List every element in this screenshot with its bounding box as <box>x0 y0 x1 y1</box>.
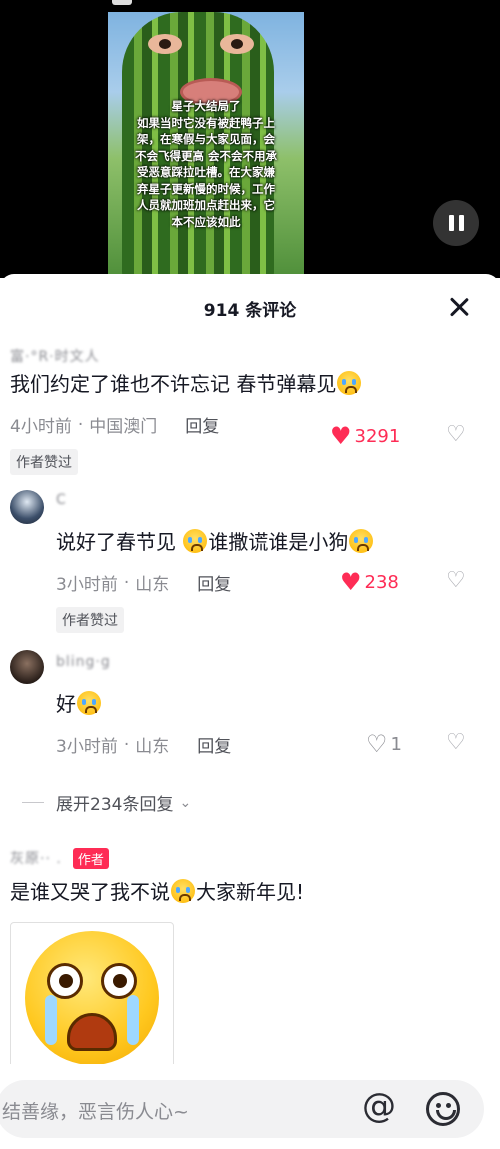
comment-text-body-2: 谁撒谎谁是小狗 <box>208 530 349 554</box>
comment-username[interactable]: bling·g <box>56 654 500 672</box>
reply-item: C 说好了春节见 谁撒谎谁是小狗 3小时前 · 山东 回复 ♥ 238 ♡ 作者… <box>56 492 500 633</box>
caption-line: 弃星子更新慢的时候，工作 <box>137 181 275 196</box>
avatar[interactable] <box>10 650 44 684</box>
chevron-down-icon: ⌄ <box>179 794 192 811</box>
at-icon[interactable]: @ <box>362 1089 396 1123</box>
comment-text-body: 我们约定了谁也不许忘记 春节弹幕见 <box>10 372 337 396</box>
comment-location: 中国澳门 <box>89 417 158 437</box>
expand-replies-label: 展开234条回复 <box>56 795 174 815</box>
comment-text-body: 好 <box>56 692 76 716</box>
heart-icon: ♥ <box>330 422 352 450</box>
comment-item: 灰原·· . 作者 是谁又哭了我不说 大家新年见! <box>10 848 500 906</box>
comment-meta: 3小时前 · 山东 回复 <box>56 732 500 758</box>
comment-meta: 4小时前 · 中国澳门 回复 <box>10 412 500 438</box>
comment-location: 山东 <box>135 737 170 757</box>
broken-heart-icon[interactable]: ♡ <box>446 732 466 754</box>
avatar[interactable] <box>10 490 44 524</box>
video-caption: 星子大结局了 如果当时它没有被赶鸭子上 架，在寒假与大家见面，会 不会飞得更高 … <box>116 98 296 230</box>
status-indicator <box>112 0 132 5</box>
close-icon[interactable] <box>446 294 472 320</box>
like-button[interactable]: ♥ 3291 <box>330 424 400 448</box>
comments-count-title: 914 条评论 <box>203 301 297 321</box>
comment-meta: 3小时前 · 山东 回复 <box>56 570 500 596</box>
caption-line: 不会飞得更高 会不会不用承 <box>134 148 277 163</box>
crying-emoji-icon <box>349 529 374 553</box>
broken-heart-icon[interactable]: ♡ <box>446 570 466 592</box>
expand-divider <box>22 802 44 803</box>
heart-icon: ♥ <box>340 568 362 596</box>
like-button[interactable]: ♡ 1 <box>366 732 402 756</box>
comment-text: 说好了春节见 谁撒谎谁是小狗 <box>56 528 500 556</box>
pause-icon <box>448 215 454 231</box>
caption-line: 如果当时它没有被赶鸭子上 <box>137 115 275 130</box>
pause-button[interactable] <box>433 200 479 246</box>
meta-separator: · <box>123 734 130 755</box>
comment-text: 是谁又哭了我不说 大家新年见! <box>10 878 500 906</box>
caption-line: 人员就加班加点赶出来，它 <box>137 198 275 212</box>
sticker-tear <box>127 995 139 1045</box>
comment-text: 好 <box>56 690 500 718</box>
like-count: 1 <box>390 733 402 755</box>
character-left-eye <box>148 34 182 54</box>
comments-sheet: 914 条评论 富·°R·时文人 我们约定了谁也不许忘记 春节弹幕见 4小时前 … <box>0 274 500 1149</box>
comments-header: 914 条评论 <box>0 274 500 340</box>
crying-emoji-icon <box>183 529 208 553</box>
meta-separator: · <box>123 572 130 593</box>
comment-username[interactable]: 灰原·· . <box>10 851 62 867</box>
comment-time: 3小时前 <box>56 575 118 595</box>
like-count: 238 <box>364 571 399 593</box>
video-player[interactable]: 星子大结局了 如果当时它没有被赶鸭子上 架，在寒假与大家见面，会 不会飞得更高 … <box>0 0 500 278</box>
comment-header: 灰原·· . 作者 <box>10 848 500 870</box>
sticker-eye <box>47 963 83 999</box>
crying-emoji-icon <box>171 879 195 903</box>
reply-item: bling·g 好 3小时前 · 山东 回复 ♡ 1 ♡ <box>56 654 500 757</box>
heart-outline-icon: ♡ <box>366 730 388 758</box>
reply-button[interactable]: 回复 <box>185 412 219 437</box>
comment-username[interactable]: C <box>56 492 500 510</box>
video-frame: 星子大结局了 如果当时它没有被赶鸭子上 架，在寒假与大家见面，会 不会飞得更高 … <box>108 12 304 278</box>
comment-text-body-2: 大家新年见! <box>196 880 305 904</box>
broken-heart-icon[interactable]: ♡ <box>446 424 466 446</box>
crying-emoji-icon <box>77 691 101 715</box>
like-count: 3291 <box>354 425 401 447</box>
comment-text-body: 说好了春节见 <box>56 530 183 554</box>
caption-line: 星子大结局了 <box>171 99 241 113</box>
caption-line: 本不应该如此 <box>171 214 241 229</box>
comment-item: 富·°R·时文人 我们约定了谁也不许忘记 春节弹幕见 4小时前 · 中国澳门 回… <box>10 346 500 475</box>
comment-text-body: 是谁又哭了我不说 <box>10 880 170 904</box>
caption-line: 架，在寒假与大家见面，会 <box>137 132 275 146</box>
comment-text: 我们约定了谁也不许忘记 春节弹幕见 <box>10 370 500 398</box>
reply-button[interactable]: 回复 <box>197 732 231 757</box>
caption-line: 受恶意踩拉吐槽。在大家嫌 <box>137 165 275 179</box>
sticker-eye <box>101 963 137 999</box>
author-liked-badge: 作者赞过 <box>56 607 124 633</box>
comment-input[interactable]: 结善缘，恶言伤人心~ @ <box>0 1080 484 1138</box>
like-button[interactable]: ♥ 238 <box>340 570 399 594</box>
sticker-face <box>25 931 159 1065</box>
comment-input-bar: 结善缘，恶言伤人心~ @ <box>0 1064 500 1149</box>
comment-location: 山东 <box>135 575 170 595</box>
comment-input-placeholder: 结善缘，恶言伤人心~ <box>2 1101 189 1123</box>
comment-username[interactable]: 富·°R·时文人 <box>10 346 500 366</box>
author-tag: 作者 <box>72 848 109 869</box>
crying-emoji-icon <box>337 371 362 395</box>
expand-replies-button[interactable]: 展开234条回复 ⌄ <box>22 790 191 815</box>
sticker-tear <box>45 995 57 1045</box>
sticker-mouth <box>67 1013 117 1051</box>
reply-button[interactable]: 回复 <box>197 570 231 595</box>
comment-time: 3小时前 <box>56 737 118 757</box>
crying-sticker-image[interactable] <box>10 922 174 1072</box>
comment-time: 4小时前 <box>10 417 72 437</box>
character-right-eye <box>220 34 254 54</box>
author-liked-badge: 作者赞过 <box>10 449 78 475</box>
meta-separator: · <box>77 414 84 435</box>
emoji-icon[interactable] <box>426 1092 460 1126</box>
pause-icon <box>458 215 464 231</box>
